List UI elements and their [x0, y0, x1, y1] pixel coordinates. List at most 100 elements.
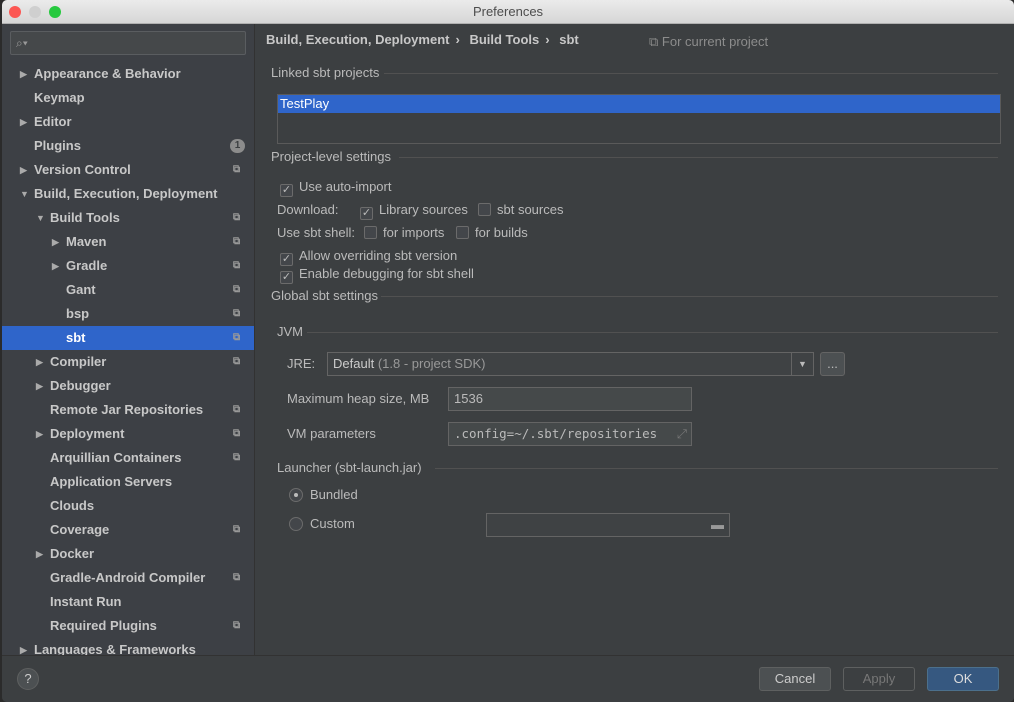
project-scope-icon: ⧉ [233, 236, 241, 247]
browse-jre-button[interactable]: ... [820, 352, 845, 376]
project-scope-icon: ⧉ [233, 524, 241, 535]
heap-size-input[interactable]: 1536 [448, 387, 692, 411]
allow-override-checkbox[interactable]: ✓ Allow overriding sbt version [280, 247, 458, 266]
radio-label: Custom [310, 516, 355, 531]
radio-unselected-icon [289, 517, 303, 531]
sidebar-item-label: Appearance & Behavior [34, 66, 181, 81]
sidebar-item-label: Instant Run [50, 594, 122, 609]
sidebar-item-label: Clouds [50, 498, 95, 513]
cancel-button[interactable]: Cancel [759, 667, 831, 691]
vm-parameters-input[interactable]: .config=~/.sbt/repositories ⤢ [448, 422, 692, 446]
sidebar-item-build-tools[interactable]: ▼ Build Tools ⧉ [2, 206, 254, 230]
breadcrumb-item: Build Tools [469, 32, 540, 47]
sidebar-item-label: sbt [66, 330, 86, 345]
library-sources-checkbox[interactable]: ✓ Library sources [360, 201, 468, 220]
jre-select[interactable]: Default (1.8 - project SDK) ▼ [327, 352, 814, 376]
sidebar-item-label: Build, Execution, Deployment [34, 186, 218, 201]
checkbox-label: Allow overriding sbt version [299, 248, 458, 263]
sidebar-item-arquillian-containers[interactable]: Arquillian Containers ⧉ [2, 446, 254, 470]
sidebar-item-deployment[interactable]: ▶ Deployment ⧉ [2, 422, 254, 446]
project-scope-icon: ⧉ [233, 428, 241, 439]
sidebar-item-label: Plugins [34, 138, 81, 153]
sidebar-item-compiler[interactable]: ▶ Compiler ⧉ [2, 350, 254, 374]
jre-detail: (1.8 - project SDK) [377, 356, 486, 371]
linked-projects-list[interactable]: TestPlay [277, 94, 1001, 144]
window-title: Preferences [472, 4, 544, 19]
settings-tree: ▶ Appearance & Behavior Keymap ▶ Editor Plugi… [2, 62, 254, 655]
chevron-right-icon[interactable]: ▶ [20, 110, 27, 134]
global-settings-header: Global sbt settings [271, 288, 998, 304]
ok-button[interactable]: OK [927, 667, 999, 691]
sidebar-item-application-servers[interactable]: Application Servers [2, 470, 254, 494]
checkbox-label: Enable debugging for sbt shell [299, 266, 474, 281]
auto-import-checkbox[interactable]: ✓ Use auto-import [280, 178, 391, 197]
checkbox-checked-icon: ✓ [280, 184, 293, 197]
sidebar-item-languages-frameworks[interactable]: ▶ Languages & Frameworks [2, 638, 254, 655]
checkbox-unchecked-icon [456, 226, 469, 239]
project-scope-icon: ⧉ [233, 284, 241, 295]
chevron-right-icon[interactable]: ▶ [20, 158, 27, 182]
chevron-right-icon[interactable]: ▶ [20, 638, 27, 655]
sidebar-item-appearance-behavior[interactable]: ▶ Appearance & Behavior [2, 62, 254, 86]
project-scope-icon: ⧉ [233, 164, 241, 175]
sidebar-item-keymap[interactable]: Keymap [2, 86, 254, 110]
project-scope-icon: ⧉ [233, 308, 241, 319]
search-input[interactable]: ⌕▾ [10, 31, 246, 55]
bundled-radio[interactable]: Bundled [289, 486, 358, 504]
breadcrumb: Build, Execution, Deployment › Build Tool… [266, 32, 585, 47]
sidebar-item-version-control[interactable]: ▶ Version Control ⧉ [2, 158, 254, 182]
sidebar-item-gradle[interactable]: ▶ Gradle ⧉ [2, 254, 254, 278]
sidebar-item-remote-jar-repositories[interactable]: Remote Jar Repositories ⧉ [2, 398, 254, 422]
for-imports-checkbox[interactable]: for imports [364, 224, 444, 242]
chevron-right-icon[interactable]: ▶ [36, 350, 43, 374]
sidebar-item-required-plugins[interactable]: Required Plugins ⧉ [2, 614, 254, 638]
sidebar-item-build-execution-deployment[interactable]: ▼ Build, Execution, Deployment [2, 182, 254, 206]
apply-button[interactable]: Apply [843, 667, 915, 691]
sidebar-item-label: Build Tools [50, 210, 120, 225]
sidebar-item-plugins[interactable]: Plugins 1 [2, 134, 254, 158]
expand-icon[interactable]: ⤢ [677, 423, 687, 445]
breadcrumb-item: sbt [559, 32, 579, 47]
checkbox-label: for imports [383, 225, 445, 240]
sidebar-item-maven[interactable]: ▶ Maven ⧉ [2, 230, 254, 254]
sidebar-item-instant-run[interactable]: Instant Run [2, 590, 254, 614]
sidebar-item-docker[interactable]: ▶ Docker [2, 542, 254, 566]
sidebar-item-sbt[interactable]: sbt ⧉ [2, 326, 254, 350]
enable-debugging-checkbox[interactable]: ✓ Enable debugging for sbt shell [280, 265, 474, 284]
section-title: Project-level settings [271, 149, 391, 164]
sidebar-item-editor[interactable]: ▶ Editor [2, 110, 254, 134]
sidebar-item-label: Coverage [50, 522, 110, 537]
chevron-right-icon[interactable]: ▶ [52, 230, 59, 254]
minimize-button[interactable] [29, 6, 41, 18]
sidebar-item-clouds[interactable]: Clouds [2, 494, 254, 518]
project-scope-icon: ⧉ [233, 356, 241, 367]
sidebar-item-debugger[interactable]: ▶ Debugger [2, 374, 254, 398]
chevron-down-icon[interactable]: ▼ [20, 182, 29, 206]
chevron-right-icon[interactable]: ▶ [36, 542, 43, 566]
chevron-right-icon[interactable]: ▶ [52, 254, 59, 278]
sidebar-item-label: Docker [50, 546, 95, 561]
vm-parameters-value: .config=~/.sbt/repositories [454, 426, 658, 441]
sidebar-item-gant[interactable]: Gant ⧉ [2, 278, 254, 302]
close-button[interactable] [9, 6, 21, 18]
sidebar-item-coverage[interactable]: Coverage ⧉ [2, 518, 254, 542]
custom-radio[interactable]: Custom [289, 515, 355, 533]
chevron-right-icon[interactable]: ▶ [20, 62, 27, 86]
zoom-button[interactable] [49, 6, 61, 18]
for-current-project-note: ⧉ For current project [649, 34, 768, 50]
list-item[interactable]: TestPlay [278, 95, 1000, 113]
vm-parameters-label: VM parameters [287, 426, 376, 441]
project-scope-icon: ⧉ [233, 404, 241, 415]
project-scope-icon: ⧉ [649, 34, 662, 49]
folder-icon[interactable]: ▬ [711, 514, 724, 536]
chevron-down-icon[interactable]: ▼ [36, 206, 45, 230]
custom-launcher-path-input[interactable]: ▬ [486, 513, 730, 537]
chevron-right-icon[interactable]: ▶ [36, 374, 43, 398]
sbt-sources-checkbox[interactable]: sbt sources [478, 201, 563, 219]
checkbox-label: Library sources [379, 202, 468, 217]
sidebar-item-bsp[interactable]: bsp ⧉ [2, 302, 254, 326]
help-button[interactable]: ? [17, 668, 39, 690]
chevron-right-icon[interactable]: ▶ [36, 422, 43, 446]
sidebar-item-gradle-android-compiler[interactable]: Gradle-Android Compiler ⧉ [2, 566, 254, 590]
for-builds-checkbox[interactable]: for builds [456, 224, 528, 242]
